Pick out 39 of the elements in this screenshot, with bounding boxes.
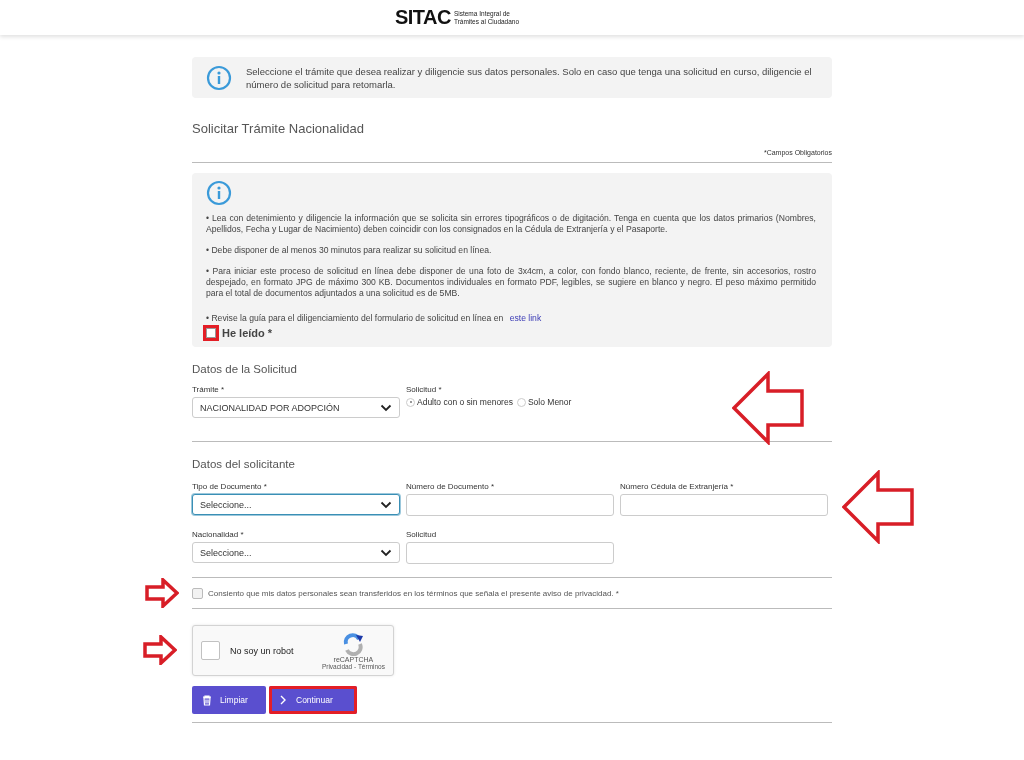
instruction-text: • Para iniciar este proceso de solicitud en línea debe disponer de una foto de 3x4cm, a color, con fondo blanco, reciente, de frente, sin accesorios, rostro despejado, en formato JPG de máximo 300 KB. Documentos individuales en formato PDF, legibles, se sugiere en blanco y negro. El peso máximo permitido para el total de documentos adjuntados a una solicitud es de 5MB.: [206, 266, 816, 299]
section-title: Datos del solicitante: [192, 458, 296, 470]
input-field[interactable]: [406, 542, 614, 564]
notice-text: Seleccione el trámite que desea realizar y diligencie sus datos personales. Solo en caso que tenga una solicitud en curso, diligencie el número de solicitud para retomarla.: [246, 64, 813, 91]
field-label: Tipo de Documento *: [192, 482, 268, 491]
select-field[interactable]: NACIONALIDAD POR ADOPCIÓN: [192, 397, 400, 418]
radio-option[interactable]: Adulto con o sin menores: [406, 397, 513, 407]
field-label: Número Cédula de Extranjería *: [620, 482, 735, 491]
checkbox[interactable]: [201, 641, 220, 660]
form-title: Solicitar Trámite Nacionalidad: [192, 121, 365, 136]
field-label: Nacionalidad *: [192, 530, 245, 539]
instruction-text: • Debe disponer de al menos 30 minutos para realizar su solicitud en línea.: [206, 245, 493, 256]
input-field[interactable]: [406, 494, 614, 516]
captcha-label: No soy un robot: [230, 645, 295, 656]
instruction-text: • Revise la guía para el diligenciamiento del formulario de solicitud en línea en este link: [206, 313, 543, 324]
field-label: Número de Documento *: [406, 482, 496, 491]
select-field[interactable]: Seleccione...: [192, 494, 400, 515]
select-field[interactable]: Seleccione...: [192, 542, 400, 563]
guide-link[interactable]: este link: [509, 313, 542, 323]
field-label: Solicitud *: [406, 385, 443, 394]
section-title: Datos de la Solicitud: [192, 363, 298, 375]
chevron-right-icon: [278, 694, 288, 706]
checkbox[interactable]: [192, 587, 203, 599]
trash-icon: [202, 694, 212, 706]
radio-option[interactable]: Solo Menor: [516, 397, 572, 407]
field-label: Solicitud: [406, 530, 438, 539]
chevron-down-icon: [380, 548, 392, 557]
consent-text: Consiento que mis datos personales sean transferidos en los términos que señala el presente aviso de privacidad. *: [208, 588, 619, 598]
info-icon: [206, 64, 232, 91]
clear-button[interactable]: Limpiar: [192, 686, 266, 714]
logo-text: SITAC: [394, 6, 451, 29]
info-icon: [206, 180, 232, 206]
chevron-down-icon: [380, 500, 392, 509]
checkbox-label: He leído *: [222, 327, 273, 339]
continue-button[interactable]: Continuar: [269, 686, 357, 714]
instruction-text: • Lea con detenimiento y diligencie la información que se solicita sin errores tipográficos o de digitación. Tenga en cuenta que los datos primarios (Nombres, Apellidos, Fecha y Lugar de Nacimiento) deben coincidir con los consignados en la Cédula de Extranjería y el Pasaporte.: [206, 213, 816, 235]
input-field[interactable]: [620, 494, 828, 516]
field-label: Trámite *: [192, 385, 226, 394]
chevron-down-icon: [380, 403, 392, 412]
